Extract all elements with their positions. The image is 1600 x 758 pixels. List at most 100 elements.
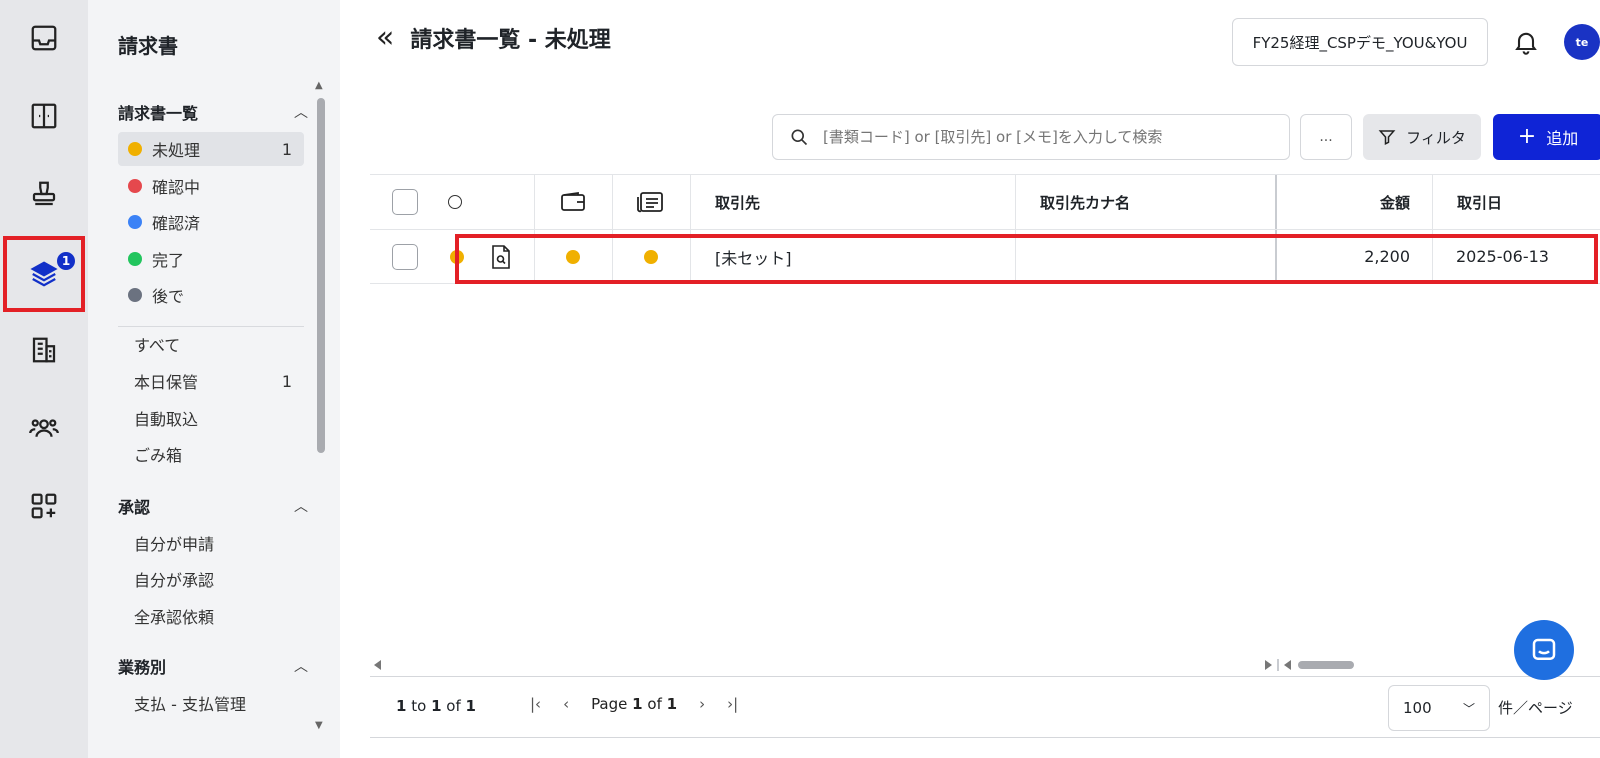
- chevron-up-icon: ︿: [294, 659, 308, 675]
- sidebar-item-count: 1: [281, 139, 292, 159]
- sidebar: 請求書 請求書一覧 ︿ 未処理 1 確認中 確認済 完了 後で すべて 本日保管…: [88, 0, 340, 758]
- row-range: 1 to 1 of 1: [396, 697, 476, 715]
- sidebar-item-trash[interactable]: ごみ箱: [118, 437, 304, 471]
- rail-inbox[interactable]: [0, 8, 88, 68]
- avatar[interactable]: te: [1564, 24, 1600, 60]
- section-invoice-list[interactable]: 請求書一覧 ︿: [118, 100, 308, 124]
- section-label: 業務別: [118, 658, 167, 677]
- search-icon: [791, 129, 808, 146]
- last-page-icon[interactable]: ›|: [727, 695, 738, 713]
- icon-rail: 1: [0, 0, 88, 758]
- rail-companies[interactable]: [0, 320, 88, 380]
- first-page-icon[interactable]: |‹: [530, 695, 541, 713]
- sidebar-item-all[interactable]: すべて: [118, 327, 304, 361]
- sidebar-item-done[interactable]: 完了: [118, 242, 304, 276]
- chat-launcher-button[interactable]: [1514, 620, 1574, 680]
- users-icon: [29, 419, 59, 437]
- table-horizontal-scrollbar[interactable]: [372, 659, 1600, 671]
- company-selector[interactable]: FY25経理_CSPデモ_YOU&YOU: [1232, 18, 1488, 66]
- sidebar-item-pending[interactable]: 未処理 1: [118, 132, 304, 166]
- sidebar-item-label: 後で: [152, 287, 185, 306]
- add-button[interactable]: + 追加: [1493, 114, 1600, 160]
- main-content: « 請求書一覧 - 未処理 FY25経理_CSPデモ_YOU&YOU te ..…: [340, 0, 1600, 758]
- rail-layout[interactable]: [0, 86, 88, 146]
- search-box[interactable]: [772, 114, 1290, 160]
- pagination-bar: 1 to 1 of 1 |‹ ‹ Page 1 of 1 › ›| 100 ﹀ …: [370, 676, 1600, 738]
- section-business[interactable]: 業務別 ︿: [118, 654, 308, 678]
- section-label: 承認: [118, 498, 151, 517]
- page-indicator: Page 1 of 1: [591, 695, 678, 713]
- scroll-down-icon[interactable]: ▼: [315, 720, 323, 731]
- sidebar-item-confirmed[interactable]: 確認済: [118, 205, 304, 239]
- sidebar-item-label: 自分が承認: [134, 571, 215, 590]
- status-dot-icon: [128, 288, 142, 302]
- sidebar-item-payment[interactable]: 支払 - 支払管理: [118, 686, 304, 720]
- rail-users[interactable]: [0, 398, 88, 458]
- next-page-icon[interactable]: ›: [699, 695, 705, 713]
- chevron-up-icon: ︿: [294, 499, 308, 515]
- sidebar-item-checking[interactable]: 確認中: [118, 169, 304, 203]
- wallet-column-header[interactable]: [560, 175, 586, 229]
- sidebar-item-my-requests[interactable]: 自分が申請: [118, 526, 304, 560]
- add-label: 追加: [1546, 129, 1579, 148]
- layout-panel-icon: [31, 103, 57, 129]
- double-chevron-left-icon[interactable]: «: [376, 23, 394, 53]
- table-header: 取引先 取引先カナ名 金額 取引日: [370, 174, 1600, 230]
- rail-apps[interactable]: [0, 476, 88, 536]
- partner-kana-column-header[interactable]: 取引先カナ名: [1040, 175, 1130, 229]
- chevron-up-icon: ︿: [294, 105, 308, 121]
- per-page-label: 件／ページ: [1498, 699, 1573, 717]
- add-widget-icon: [31, 493, 57, 519]
- sidebar-item-label: 未処理: [152, 141, 201, 160]
- receipt-column-header[interactable]: [636, 175, 664, 229]
- sidebar-scrollbar[interactable]: [317, 98, 325, 453]
- bell-icon[interactable]: [1512, 28, 1540, 56]
- section-approval[interactable]: 承認 ︿: [118, 494, 308, 518]
- rail-stamp[interactable]: [0, 164, 88, 224]
- more-button[interactable]: ...: [1300, 114, 1352, 160]
- filter-icon: [1378, 130, 1396, 145]
- sidebar-title: 請求書: [118, 34, 178, 58]
- chat-icon: [1532, 638, 1556, 660]
- filter-button[interactable]: フィルタ: [1363, 114, 1481, 160]
- sidebar-item-today[interactable]: 本日保管 1: [118, 364, 304, 398]
- sidebar-item-my-approvals[interactable]: 自分が承認: [118, 562, 304, 596]
- select-all-checkbox[interactable]: [392, 175, 418, 229]
- section-label: 請求書一覧: [118, 104, 199, 123]
- sidebar-item-later[interactable]: 後で: [118, 278, 304, 312]
- search-input[interactable]: [823, 128, 1263, 146]
- sidebar-item-label: 自分が申請: [134, 535, 215, 554]
- inbox-icon: [31, 25, 57, 51]
- sidebar-item-label: すべて: [134, 336, 181, 355]
- sidebar-item-label: 全承認依頼: [134, 608, 215, 627]
- sidebar-item-label: 支払 - 支払管理: [134, 695, 246, 714]
- status-column-header[interactable]: [448, 175, 462, 229]
- sidebar-item-label: 確認中: [152, 178, 201, 197]
- sidebar-item-label: ごみ箱: [134, 446, 183, 465]
- row-checkbox[interactable]: [392, 230, 418, 283]
- rail-invoices[interactable]: 1: [3, 236, 85, 312]
- wallet-icon: [561, 191, 585, 211]
- chevron-down-icon: ﹀: [1462, 701, 1475, 716]
- page-size-value: 100: [1403, 699, 1432, 717]
- amount-column-header[interactable]: 金額: [1276, 175, 1410, 229]
- sidebar-item-all-approvals[interactable]: 全承認依頼: [118, 599, 304, 633]
- status-dot-icon: [128, 252, 142, 266]
- partner-column-header[interactable]: 取引先: [715, 175, 760, 229]
- page-size-select[interactable]: 100 ﹀: [1388, 685, 1490, 731]
- prev-page-icon[interactable]: ‹: [563, 695, 569, 713]
- scroll-up-icon[interactable]: ▲: [315, 80, 323, 91]
- receipt-list-icon: [637, 192, 663, 213]
- sidebar-item-label: 確認済: [152, 214, 201, 233]
- status-dot-icon: [128, 142, 142, 156]
- date-column-header[interactable]: 取引日: [1457, 175, 1502, 229]
- stamp-icon: [32, 181, 56, 206]
- circle-icon: [448, 195, 462, 209]
- sidebar-item-label: 完了: [152, 251, 185, 270]
- row-highlight-box: [455, 234, 1598, 284]
- sidebar-item-count: 1: [281, 371, 292, 391]
- status-dot-icon: [128, 215, 142, 229]
- sidebar-item-auto-import[interactable]: 自動取込: [118, 401, 304, 435]
- status-dot-icon: [128, 179, 142, 193]
- plus-icon: +: [1517, 124, 1537, 149]
